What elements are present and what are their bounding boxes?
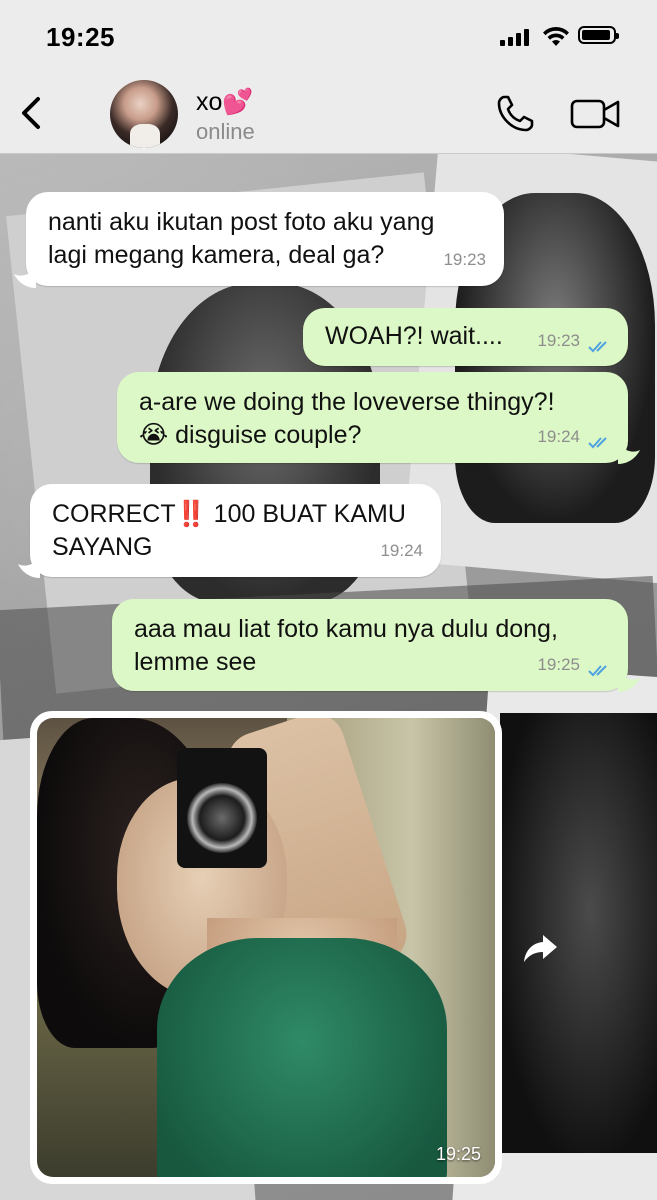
phone-icon[interactable]: [494, 93, 536, 135]
bubble-tail: [618, 444, 640, 464]
message-bubble-incoming[interactable]: CORRECT‼️ 100 BUAT KAMU SAYANG 19:24: [30, 484, 441, 577]
message-time: 19:25: [537, 655, 580, 674]
message-text: SAYANG: [52, 533, 153, 561]
message-text: nanti aku ikutan post foto aku yang: [48, 208, 435, 236]
status-time: 19:25: [46, 22, 115, 52]
photo-attachment[interactable]: 19:25: [37, 718, 495, 1177]
battery-icon: [578, 26, 619, 44]
message-text: aaa mau liat foto kamu nya dulu dong,: [134, 615, 558, 643]
message-text: lagi megang kamera, deal ga?: [48, 241, 385, 269]
bubble-tail: [618, 672, 640, 692]
message-bubble-photo[interactable]: 19:25: [30, 711, 502, 1184]
chat-header: xo💕 online: [0, 75, 657, 154]
message-text: a-are we doing the loveverse thingy?!: [139, 388, 555, 416]
message-text: 😭 disguise couple?: [139, 421, 362, 449]
message-text: lemme see: [134, 648, 257, 676]
message-time: 19:24: [537, 427, 580, 446]
message-time: 19:25: [435, 1144, 481, 1164]
contact-name[interactable]: xo💕: [196, 88, 254, 117]
message-bubble-outgoing[interactable]: aaa mau liat foto kamu nya dulu dong, le…: [112, 599, 628, 691]
status-bar: 19:25: [0, 0, 657, 75]
cellular-signal-icon: [500, 28, 532, 46]
message-time: 19:24: [380, 541, 423, 560]
message-bubble-incoming[interactable]: nanti aku ikutan post foto aku yang lagi…: [26, 192, 504, 286]
message-bubble-outgoing[interactable]: WOAH?! wait.... 19:23: [303, 308, 628, 366]
avatar[interactable]: [110, 80, 178, 148]
message-text: CORRECT‼️ 100 BUAT KAMU: [52, 500, 406, 528]
bubble-tail: [18, 558, 40, 578]
message-time: 19:23: [443, 250, 486, 269]
double-check-icon: [588, 665, 607, 677]
wifi-icon: [543, 26, 569, 46]
forward-arrow-icon[interactable]: [521, 931, 559, 965]
double-check-icon: [588, 437, 607, 449]
chevron-left-icon[interactable]: [14, 93, 48, 133]
message-bubble-outgoing[interactable]: a-are we doing the loveverse thingy?! 😭 …: [117, 372, 628, 463]
double-check-icon: [588, 341, 607, 353]
bubble-tail: [14, 268, 36, 288]
contact-status: online: [196, 119, 255, 144]
video-camera-icon[interactable]: [570, 97, 622, 131]
message-time: 19:23: [537, 331, 580, 350]
